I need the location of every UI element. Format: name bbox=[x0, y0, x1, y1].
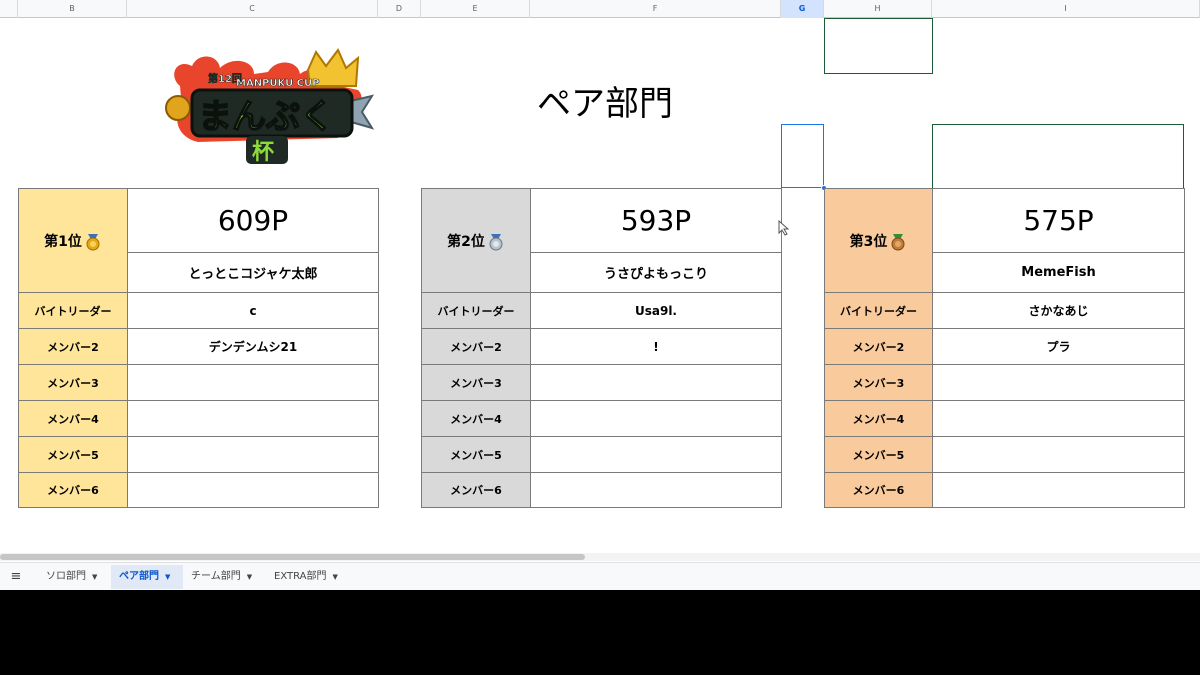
gold-medal-icon bbox=[86, 233, 100, 250]
member6-label[interactable]: メンバー6 bbox=[18, 472, 128, 508]
team-name-cell[interactable]: うさぴよもっこり bbox=[530, 252, 782, 293]
horizontal-scrollbar-thumb[interactable] bbox=[0, 554, 585, 560]
selected-cell[interactable] bbox=[781, 124, 824, 188]
member4-label[interactable]: メンバー4 bbox=[824, 400, 933, 437]
tab-dropdown-icon[interactable]: ▼ bbox=[333, 565, 338, 589]
all-sheets-menu-icon[interactable]: ≡ bbox=[8, 569, 24, 585]
member6-cell[interactable] bbox=[530, 472, 782, 508]
member3-cell[interactable] bbox=[932, 364, 1185, 401]
member2-cell[interactable]: ! bbox=[530, 328, 782, 365]
column-header-h[interactable]: H bbox=[824, 0, 932, 18]
horizontal-scrollbar[interactable] bbox=[0, 553, 1200, 561]
member5-label[interactable]: メンバー5 bbox=[421, 436, 531, 473]
bronze-medal-icon bbox=[891, 233, 905, 250]
member2-cell[interactable]: プラ bbox=[932, 328, 1185, 365]
member3-label[interactable]: メンバー3 bbox=[421, 364, 531, 401]
place-label: 第2位 bbox=[447, 233, 485, 250]
ranking-table-1st: 第1位 609P とっとこコジャケ太郎 バイトリーダー c メンバー2 デンデンムシ… bbox=[18, 188, 379, 508]
member5-cell[interactable] bbox=[530, 436, 782, 473]
tab-solo[interactable]: ソロ部門 ▼ bbox=[38, 565, 110, 589]
empty-bordered-cell-right[interactable] bbox=[932, 124, 1184, 189]
member4-cell[interactable] bbox=[530, 400, 782, 437]
column-header-g[interactable]: G bbox=[781, 0, 824, 18]
member4-cell[interactable] bbox=[127, 400, 379, 437]
column-header-f[interactable]: F bbox=[530, 0, 781, 18]
tab-dropdown-icon[interactable]: ▼ bbox=[247, 565, 252, 589]
member3-label[interactable]: メンバー3 bbox=[824, 364, 933, 401]
leader-cell[interactable]: c bbox=[127, 292, 379, 329]
column-header-e[interactable]: E bbox=[421, 0, 530, 18]
points-cell[interactable]: 609P bbox=[127, 188, 379, 253]
column-header-b[interactable]: B bbox=[18, 0, 127, 18]
member3-cell[interactable] bbox=[530, 364, 782, 401]
spreadsheet-area: B C D E F G H I 第12回 MANPUKU CUP まんぷく 杯 … bbox=[0, 0, 1200, 590]
leader-cell[interactable]: Usa9l. bbox=[530, 292, 782, 329]
tab-label: ペア部門 bbox=[119, 571, 159, 582]
member5-cell[interactable] bbox=[127, 436, 379, 473]
tab-team[interactable]: チーム部門 ▼ bbox=[183, 565, 265, 589]
place-cell[interactable]: 第3位 bbox=[824, 188, 933, 293]
points-cell[interactable]: 575P bbox=[932, 188, 1185, 253]
place-cell[interactable]: 第2位 bbox=[421, 188, 531, 293]
member6-cell[interactable] bbox=[127, 472, 379, 508]
column-header-c[interactable]: C bbox=[127, 0, 378, 18]
member6-label[interactable]: メンバー6 bbox=[421, 472, 531, 508]
column-header-d[interactable]: D bbox=[378, 0, 421, 18]
member6-cell[interactable] bbox=[932, 472, 1185, 508]
tab-label: ソロ部門 bbox=[46, 571, 86, 582]
member3-cell[interactable] bbox=[127, 364, 379, 401]
tab-pair[interactable]: ペア部門 ▼ bbox=[111, 565, 183, 589]
empty-bordered-cell-top[interactable] bbox=[824, 18, 933, 74]
corner-cell[interactable] bbox=[0, 0, 18, 18]
member5-label[interactable]: メンバー5 bbox=[824, 436, 933, 473]
member6-label[interactable]: メンバー6 bbox=[824, 472, 933, 508]
leader-cell[interactable]: さかなあじ bbox=[932, 292, 1185, 329]
logo-name-text: まんぷく bbox=[198, 97, 334, 137]
member2-label[interactable]: メンバー2 bbox=[824, 328, 933, 365]
place-cell[interactable]: 第1位 bbox=[18, 188, 128, 293]
silver-medal-icon bbox=[489, 233, 503, 250]
leader-label[interactable]: バイトリーダー bbox=[824, 292, 933, 329]
column-header-bar: B C D E F G H I bbox=[0, 0, 1200, 18]
leader-label[interactable]: バイトリーダー bbox=[18, 292, 128, 329]
sheet-tab-bar: ≡ ソロ部門 ▼ ペア部門 ▼ チーム部門 ▼ EXTRA部門 ▼ bbox=[0, 562, 1200, 590]
place-label: 第3位 bbox=[849, 233, 888, 250]
tab-extra[interactable]: EXTRA部門 ▼ bbox=[266, 565, 352, 589]
member2-label[interactable]: メンバー2 bbox=[18, 328, 128, 365]
member5-label[interactable]: メンバー5 bbox=[18, 436, 128, 473]
member4-label[interactable]: メンバー4 bbox=[421, 400, 531, 437]
member4-cell[interactable] bbox=[932, 400, 1185, 437]
place-label: 第1位 bbox=[44, 233, 82, 250]
ranking-table-2nd: 第2位 593P うさぴよもっこり バイトリーダー Usa9l. メンバー2! メ… bbox=[421, 188, 782, 508]
member5-cell[interactable] bbox=[932, 436, 1185, 473]
team-name-cell[interactable]: MemeFish bbox=[932, 252, 1185, 293]
manpuku-cup-logo: 第12回 MANPUKU CUP まんぷく 杯 bbox=[165, 48, 374, 165]
member2-cell[interactable]: デンデンムシ21 bbox=[127, 328, 379, 365]
member3-label[interactable]: メンバー3 bbox=[18, 364, 128, 401]
column-header-i[interactable]: I bbox=[932, 0, 1200, 18]
logo-cup-text: MANPUKU CUP bbox=[236, 78, 319, 89]
member2-label[interactable]: メンバー2 bbox=[421, 328, 531, 365]
member4-label[interactable]: メンバー4 bbox=[18, 400, 128, 437]
tab-label: EXTRA部門 bbox=[274, 571, 327, 582]
points-cell[interactable]: 593P bbox=[530, 188, 782, 253]
logo-kanji: 杯 bbox=[252, 140, 274, 165]
leader-label[interactable]: バイトリーダー bbox=[421, 292, 531, 329]
tab-label: チーム部門 bbox=[191, 571, 241, 582]
ranking-table-3rd: 第3位 575P MemeFish バイトリーダー さかなあじ メンバー2 プラ メ… bbox=[824, 188, 1185, 508]
tab-dropdown-icon[interactable]: ▼ bbox=[92, 565, 97, 589]
team-name-cell[interactable]: とっとこコジャケ太郎 bbox=[127, 252, 379, 293]
app-window: B C D E F G H I 第12回 MANPUKU CUP まんぷく 杯 … bbox=[0, 0, 1200, 675]
page-title: ペア部門 bbox=[537, 84, 673, 124]
mouse-cursor-icon bbox=[778, 220, 790, 236]
tab-dropdown-icon[interactable]: ▼ bbox=[165, 565, 170, 589]
